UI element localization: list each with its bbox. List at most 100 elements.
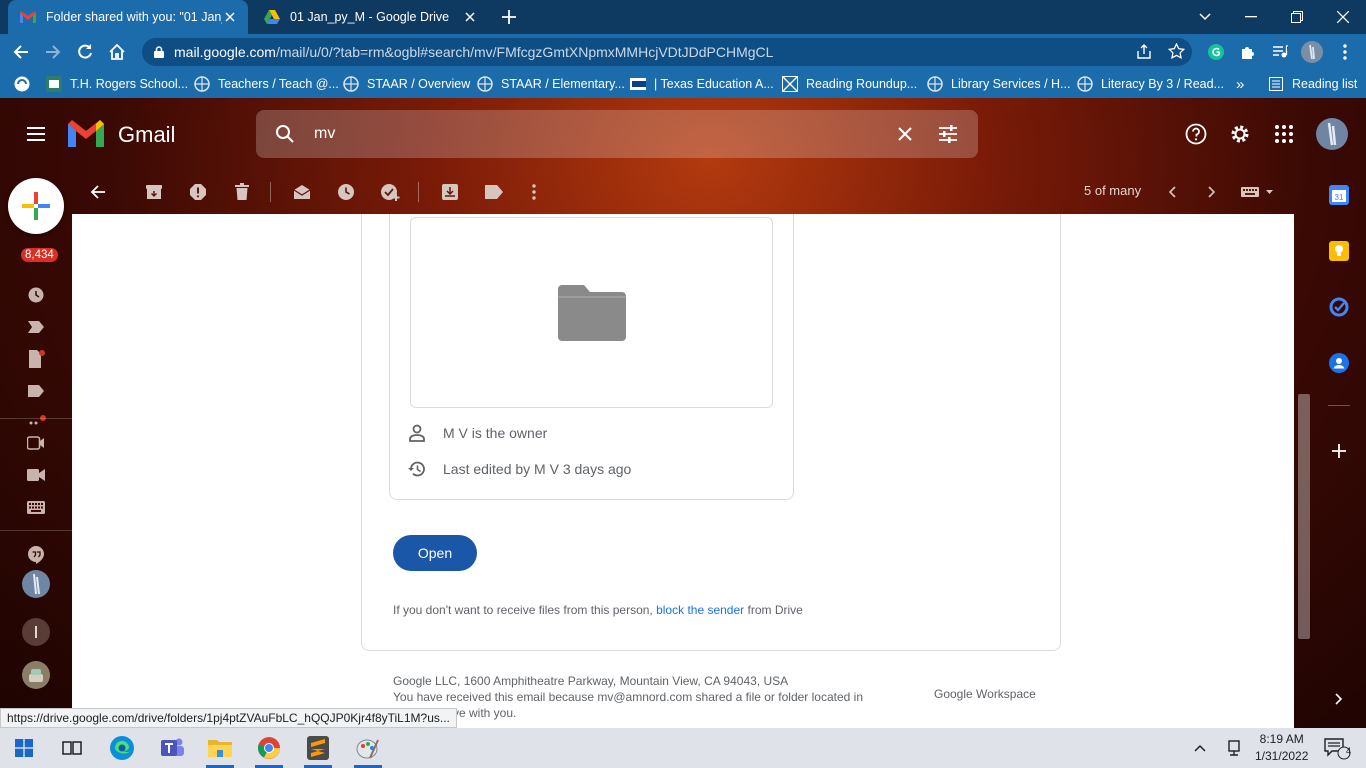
- help-icon[interactable]: [1176, 114, 1216, 154]
- show-side-panel-chevron-icon[interactable]: [1328, 688, 1350, 710]
- bookmark-star-icon[interactable]: [1168, 43, 1185, 60]
- search-icon[interactable]: [276, 125, 294, 143]
- report-spam-icon[interactable]: [182, 176, 214, 208]
- bookmark-item[interactable]: Library Services / H...: [927, 75, 1070, 93]
- settings-gear-icon[interactable]: [1220, 114, 1260, 154]
- address-bar[interactable]: mail.google.com/mail/u/0/?tab=rm&ogbl#se…: [142, 38, 1192, 66]
- add-to-tasks-icon[interactable]: [374, 176, 406, 208]
- file-explorer-icon[interactable]: [196, 728, 244, 768]
- compose-button[interactable]: [8, 178, 64, 234]
- bookmark-item[interactable]: Teachers / Teach @...: [194, 75, 339, 93]
- teams-icon[interactable]: [148, 728, 196, 768]
- tasks-check-icon[interactable]: [1328, 296, 1350, 318]
- bookmarks-bar: T.H. Rogers School... Teachers / Teach @…: [0, 70, 1366, 98]
- get-addons-plus-icon[interactable]: [1328, 440, 1350, 462]
- contacts-person-icon[interactable]: [1328, 352, 1350, 374]
- school-favicon-icon: [46, 76, 62, 92]
- globe-favicon-icon: [1077, 76, 1093, 92]
- tab-search-icon[interactable]: [1182, 0, 1228, 34]
- archive-icon[interactable]: [138, 176, 170, 208]
- join-meeting-video-icon[interactable]: [24, 463, 48, 487]
- chrome-browser-icon[interactable]: [245, 728, 293, 768]
- more-bookmarks-button[interactable]: »: [1236, 75, 1244, 93]
- share-icon[interactable]: [1136, 44, 1152, 60]
- notification-center-icon[interactable]: 4: [1316, 728, 1360, 768]
- reading-list-button[interactable]: Reading list: [1268, 75, 1357, 93]
- media-controls-icon[interactable]: [1265, 37, 1295, 67]
- paint-icon[interactable]: [344, 728, 392, 768]
- minimize-button[interactable]: [1228, 0, 1274, 34]
- input-tools-keyboard-icon[interactable]: [1238, 176, 1278, 208]
- bookmark-item[interactable]: Reading Roundup...: [782, 75, 917, 93]
- chrome-menu-icon[interactable]: [1330, 37, 1360, 67]
- extensions-puzzle-icon[interactable]: [1233, 37, 1263, 67]
- newer-chevron-left-icon[interactable]: [1156, 176, 1188, 208]
- home-button[interactable]: [102, 37, 132, 67]
- edge-browser-icon[interactable]: [98, 728, 146, 768]
- message-pane: M V is the owner Last edited by M V 3 da…: [72, 214, 1294, 728]
- lock-icon[interactable]: [154, 46, 164, 58]
- gmail-logo-icon[interactable]: [68, 120, 104, 147]
- contact-avatar[interactable]: [22, 570, 50, 598]
- contact-avatar[interactable]: [22, 618, 50, 646]
- block-sender-link[interactable]: block the sender: [656, 603, 744, 617]
- tab-drive[interactable]: 01 Jan_py_M - Google Drive: [252, 0, 488, 34]
- clear-search-icon[interactable]: [898, 127, 912, 141]
- folder-icon: [557, 284, 626, 341]
- network-icon[interactable]: [1216, 728, 1252, 768]
- grammarly-extension-icon[interactable]: [1201, 37, 1231, 67]
- bookmark-item[interactable]: STAAR / Overview: [343, 75, 470, 93]
- back-button[interactable]: [6, 37, 36, 67]
- older-chevron-right-icon[interactable]: [1196, 176, 1228, 208]
- back-to-list-icon[interactable]: [82, 176, 114, 208]
- keep-bulb-icon[interactable]: [1328, 240, 1350, 262]
- labels-icon[interactable]: [478, 176, 510, 208]
- scrollbar-thumb[interactable]: [1298, 394, 1310, 639]
- profile-avatar[interactable]: [1297, 37, 1327, 67]
- search-bar[interactable]: mv: [256, 110, 978, 158]
- google-apps-icon[interactable]: [1264, 114, 1304, 154]
- hangouts-quote-icon[interactable]: [24, 543, 48, 567]
- open-button[interactable]: Open: [393, 535, 477, 571]
- contact-avatar[interactable]: [22, 661, 50, 689]
- move-to-icon[interactable]: [434, 176, 466, 208]
- tab-title: Folder shared with you: "01 Jan_py_M": [46, 10, 222, 24]
- new-meeting-icon[interactable]: [24, 431, 48, 455]
- sublime-text-icon[interactable]: [294, 728, 342, 768]
- important-label-icon[interactable]: [24, 315, 48, 339]
- bookmark-item[interactable]: Literacy By 3 / Read...: [1077, 75, 1224, 93]
- tab-gmail[interactable]: Folder shared with you: "01 Jan_py_M": [8, 0, 248, 34]
- drafts-file-icon[interactable]: [24, 347, 48, 371]
- restore-button[interactable]: [1274, 0, 1320, 34]
- bookmark-item[interactable]: | Texas Education A...: [630, 75, 774, 93]
- more-actions-icon[interactable]: [518, 176, 550, 208]
- forward-button[interactable]: [38, 37, 68, 67]
- calendar-icon[interactable]: 31: [1328, 184, 1350, 206]
- search-input[interactable]: mv: [314, 125, 335, 143]
- folder-preview[interactable]: [410, 217, 773, 408]
- toolbar-divider: [418, 182, 419, 202]
- close-tab-icon[interactable]: [462, 9, 478, 25]
- bookmark-item[interactable]: STAAR / Elementary...: [477, 75, 625, 93]
- more-labels-icon[interactable]: [24, 408, 48, 432]
- system-clock[interactable]: 8:19 AM 1/31/2022: [1255, 731, 1308, 765]
- bookmark-item[interactable]: T.H. Rogers School...: [46, 75, 188, 93]
- reload-button[interactable]: [70, 37, 100, 67]
- delete-trash-icon[interactable]: [226, 176, 258, 208]
- search-options-icon[interactable]: [939, 125, 957, 143]
- task-view-icon[interactable]: [48, 728, 96, 768]
- label-tag-icon[interactable]: [24, 379, 48, 403]
- close-window-button[interactable]: [1320, 0, 1366, 34]
- main-menu-icon[interactable]: [16, 114, 56, 154]
- snooze-clock-icon[interactable]: [330, 176, 362, 208]
- keyboard-icon[interactable]: [24, 495, 48, 519]
- mark-unread-icon[interactable]: [286, 176, 318, 208]
- snoozed-clock-icon[interactable]: [24, 283, 48, 307]
- account-avatar[interactable]: [1312, 114, 1352, 154]
- start-windows-icon[interactable]: [0, 728, 48, 768]
- close-tab-icon[interactable]: [222, 9, 238, 25]
- apps-shortcut-icon[interactable]: [14, 75, 30, 93]
- new-tab-button[interactable]: [492, 0, 526, 34]
- show-hidden-icons-chevron[interactable]: [1182, 728, 1218, 768]
- history-icon: [405, 457, 429, 481]
